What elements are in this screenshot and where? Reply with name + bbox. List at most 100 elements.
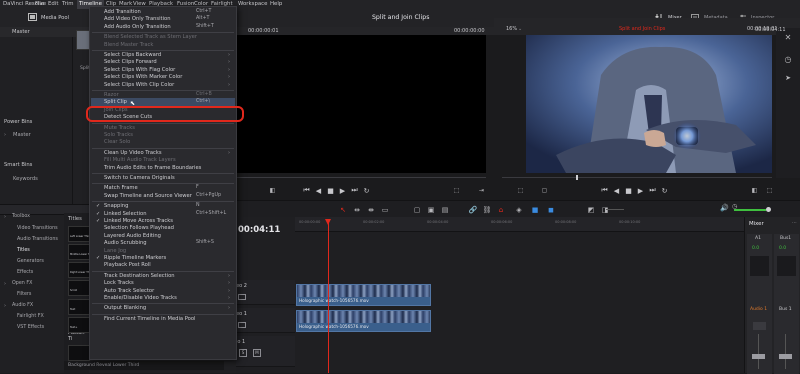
source-scrub-bar[interactable]: [236, 177, 486, 178]
timeline-viewer-mode-icon[interactable]: ⬚: [516, 186, 525, 195]
source-play-reverse-icon[interactable]: ◀: [314, 186, 323, 195]
menu-item-split-clip[interactable]: Split Clip: [104, 99, 127, 105]
timeline-play-reverse-icon[interactable]: ◀: [612, 186, 621, 195]
source-stop-icon[interactable]: ■: [326, 186, 335, 195]
menu-item-swap-timeline-and-source-viewer[interactable]: Swap Timeline and Source Viewer: [104, 193, 192, 199]
toolbox-item[interactable]: Filters: [17, 292, 31, 297]
menu-item-find-current-timeline-in-media-pool[interactable]: Find Current Timeline in Media Pool: [104, 316, 195, 322]
timeline-ruler[interactable]: 00:00:00:00 00:00:02:00 00:00:04:00 00:00:0…: [295, 217, 744, 232]
menu-trim[interactable]: Trim: [62, 1, 73, 7]
marker-icon[interactable]: ◈: [514, 205, 524, 214]
timeline-loop-icon[interactable]: ↻: [660, 186, 669, 195]
title-thumbnail[interactable]: Scroll: [68, 280, 90, 296]
replace-icon[interactable]: ▤: [440, 205, 450, 214]
source-in-out-icon[interactable]: ⇥: [477, 186, 486, 195]
smart-bins-keywords[interactable]: Keywords: [13, 176, 38, 182]
timeline-stop-icon[interactable]: ■: [624, 186, 633, 195]
timeline-settings-icon[interactable]: ◷: [732, 203, 742, 213]
solo-button[interactable]: S: [239, 349, 247, 357]
chevron-icon[interactable]: ›: [4, 303, 6, 309]
menu-item-add-video-only-transition[interactable]: Add Video Only Transition: [104, 16, 171, 22]
track-header-v2[interactable]: eo 2: [236, 280, 295, 305]
timeline-scrub-bar[interactable]: [502, 177, 772, 178]
zoom-chevron-icon[interactable]: ⌄: [518, 26, 522, 32]
toolbox-item[interactable]: Effects: [17, 270, 33, 275]
menu-item-ripple-timeline-markers[interactable]: Ripple Timeline Markers: [104, 255, 166, 261]
media-pool-icon[interactable]: [28, 12, 37, 22]
blade-tool-icon[interactable]: ▭: [380, 205, 390, 214]
track-v2-monitor-icon[interactable]: [238, 294, 246, 300]
master-bin-label[interactable]: Master: [12, 29, 30, 35]
menu-item-trim-audio-edits-to-frame-boundaries[interactable]: Trim Audio Edits to Frame Boundaries: [104, 165, 201, 171]
track-v1-monitor-icon[interactable]: [238, 322, 246, 328]
zoom-out-icon[interactable]: ◩: [586, 205, 596, 214]
menu-item-clean-up-video-tracks[interactable]: Clean Up Video Tracks: [104, 150, 162, 156]
snapping-icon[interactable]: ⌂: [496, 205, 506, 214]
menu-help[interactable]: Help: [270, 1, 282, 7]
volume-slider-handle[interactable]: [766, 207, 771, 212]
title-thumbnail[interactable]: Right Lower Third: [68, 262, 93, 278]
send-icon[interactable]: ➤: [783, 73, 793, 83]
source-loop-icon[interactable]: ↻: [362, 186, 371, 195]
menu-item-auto-track-selector[interactable]: Auto Track Selector: [104, 288, 154, 294]
menu-item-enable-disable-video-tracks[interactable]: Enable/Disable Video Tracks: [104, 295, 177, 301]
channel-bus1-eq[interactable]: [777, 256, 796, 276]
menu-item-select-clips-with-marker-color[interactable]: Select Clips With Marker Color: [104, 74, 182, 80]
source-skip-back-icon[interactable]: ⏮: [302, 186, 311, 195]
chevron-icon[interactable]: ›: [4, 281, 6, 287]
menu-item-select-clips-backward[interactable]: Select Clips Backward: [104, 52, 161, 58]
menu-item-linked-move-across-tracks[interactable]: Linked Move Across Tracks: [104, 218, 173, 224]
menu-edit[interactable]: Edit: [48, 1, 58, 7]
menu-item-select-clips-with-flag-color[interactable]: Select Clips With Flag Color: [104, 67, 175, 73]
toolbox-item[interactable]: Toolbox: [12, 214, 30, 219]
video-clip-v2[interactable]: Holographic watch-1056576.mov: [296, 284, 431, 306]
menu-item-select-clips-with-clip-color[interactable]: Select Clips With Clip Color: [104, 82, 174, 88]
menu-file[interactable]: File: [35, 1, 44, 7]
menu-item-snapping[interactable]: Snapping: [104, 203, 128, 209]
timeline-viewer-fullscreen-icon[interactable]: ◧: [750, 186, 759, 195]
insert-icon[interactable]: ▣: [426, 205, 436, 214]
power-bins-chevron-icon[interactable]: ›: [4, 132, 6, 138]
menu-item-switch-to-camera-originals[interactable]: Switch to Camera Originals: [104, 175, 175, 181]
flag-icon[interactable]: ■: [530, 205, 540, 214]
title-thumbnail[interactable]: Left Lower Third: [68, 226, 91, 242]
menu-item-linked-selection[interactable]: Linked Selection: [104, 211, 146, 217]
toolbox-item[interactable]: Audio FX: [12, 303, 33, 308]
menu-item-layered-audio-editing[interactable]: Layered Audio Editing: [104, 233, 161, 239]
selection-tool-icon[interactable]: ↖: [338, 205, 348, 214]
timeline-skip-back-icon[interactable]: ⏮: [600, 186, 609, 195]
zoom-slider-track[interactable]: [606, 209, 624, 210]
marker-color-icon[interactable]: ◼: [546, 205, 556, 214]
bottom-title-item[interactable]: Background Reveal Lower Third: [64, 361, 224, 370]
timeline-viewer-match-icon[interactable]: ⬚: [765, 186, 774, 195]
speaker-icon[interactable]: 🔊: [720, 204, 730, 214]
source-transform-icon[interactable]: ⬚: [452, 186, 461, 195]
track-header-a1[interactable]: io 1 S M: [236, 336, 295, 367]
close-icon[interactable]: ✕: [783, 32, 793, 42]
track-header-v1[interactable]: eo 1: [236, 308, 295, 333]
linked-selection-icon[interactable]: ⛓: [482, 205, 492, 214]
menu-item-selection-follows-playhead[interactable]: Selection Follows Playhead: [104, 225, 174, 231]
video-clip-v1[interactable]: Holographic watch-1056576.mov: [296, 310, 431, 332]
menu-item-add-audio-only-transition[interactable]: Add Audio Only Transition: [104, 24, 171, 30]
toolbox-item[interactable]: Audio Transitions: [17, 237, 58, 242]
chevron-icon[interactable]: ›: [4, 214, 6, 220]
toolbox-item[interactable]: Titles: [17, 248, 30, 253]
timeline-scrub-playhead[interactable]: [576, 175, 578, 180]
timeline-skip-forward-icon[interactable]: ⏭: [648, 186, 657, 195]
menu-item-lock-tracks[interactable]: Lock Tracks: [104, 280, 134, 286]
timeline-monitor[interactable]: [526, 35, 772, 173]
timeline-play-icon[interactable]: ▶: [636, 186, 645, 195]
menu-workspace[interactable]: Workspace: [238, 1, 267, 7]
timeline-viewer-overlay-icon[interactable]: ▢: [540, 186, 549, 195]
source-skip-forward-icon[interactable]: ⏭: [350, 186, 359, 195]
channel-a1-pan[interactable]: [753, 322, 766, 330]
channel-bus1-fader[interactable]: [779, 354, 792, 359]
source-monitor[interactable]: [236, 35, 486, 173]
toolbox-item[interactable]: Generators: [17, 259, 44, 264]
clock-icon[interactable]: ◷: [783, 54, 793, 64]
dynamic-trim-icon[interactable]: ⇼: [366, 205, 376, 214]
trim-tool-icon[interactable]: ⇹: [352, 205, 362, 214]
menu-item-select-clips-forward[interactable]: Select Clips Forward: [104, 59, 157, 65]
playhead-handle[interactable]: [325, 219, 331, 225]
